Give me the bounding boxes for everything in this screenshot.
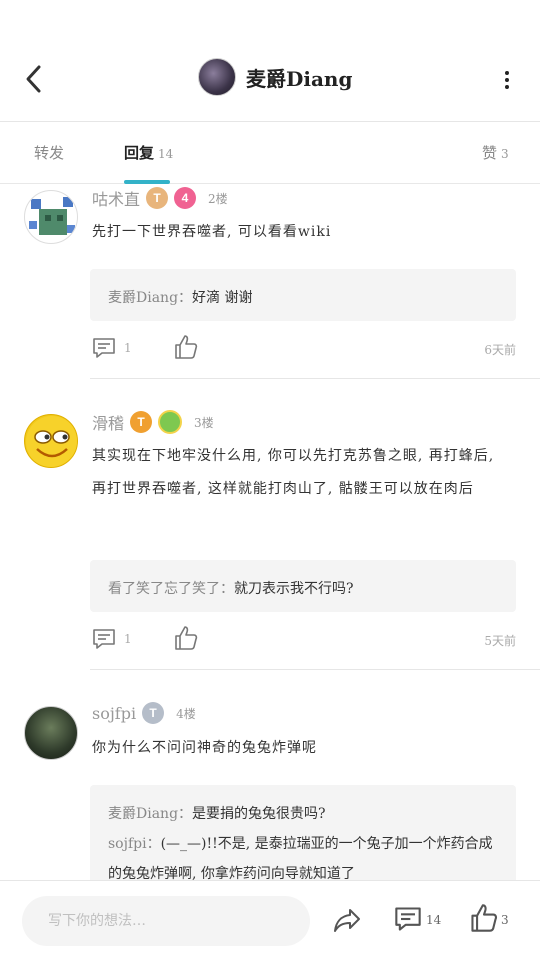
comment-count: 1 — [124, 632, 132, 646]
reply-input[interactable]: 写下你的想法… — [22, 896, 310, 946]
tab-label: 回复 — [124, 144, 155, 162]
more-button[interactable] — [502, 68, 512, 94]
sub-reply-text: 是要捐的兔兔很贵吗? — [192, 806, 326, 822]
avatar[interactable] — [24, 414, 78, 468]
sub-reply: sojfpi：(—_—)!!不是, 是泰拉瑞亚的一个兔子加一个炸药合成的兔兔炸弹… — [108, 829, 498, 880]
title-badge-icon: T — [142, 702, 165, 724]
tab-repost[interactable]: 转发 — [34, 142, 64, 163]
tab-count: 14 — [158, 147, 174, 161]
smiley-face-icon — [26, 416, 77, 467]
avatar[interactable] — [198, 58, 236, 96]
character-badge-icon — [158, 410, 183, 434]
comment-icon[interactable] — [92, 336, 116, 360]
sub-reply-author: 麦爵Diang： — [108, 806, 193, 822]
sub-reply-text: 好滴 谢谢 — [192, 290, 253, 306]
more-vertical-icon — [502, 71, 512, 89]
tab-label: 转发 — [34, 144, 65, 162]
chevron-left-icon — [26, 65, 41, 93]
bottom-action-bar: 写下你的想法… 14 3 — [0, 880, 540, 960]
floor-number: 2楼 — [208, 191, 228, 206]
sub-reply-box[interactable]: 看了笑了忘了笑了：就刀表示我不行吗? — [90, 560, 516, 612]
reply-header: 滑稽 T 3楼 — [92, 410, 214, 434]
reply-list[interactable]: 咕术直 T 4 2楼 先打一下世界吞噬者, 可以看看wiki 麦爵Diang：好… — [0, 184, 540, 880]
title-badge-icon: T — [146, 187, 169, 209]
tab-bar: 转发 回复 14 赞3 — [0, 122, 540, 184]
page-title: 麦爵Diang — [246, 66, 353, 91]
reply-header: sojfpi T 4楼 — [92, 702, 196, 724]
comment-icon[interactable] — [92, 627, 116, 651]
sub-reply-box[interactable]: 麦爵Diang：是要捐的兔兔很贵吗? sojfpi：(—_—)!!不是, 是泰拉… — [90, 785, 516, 880]
level-badge: 4 — [174, 187, 197, 209]
sub-reply-author: 看了笑了忘了笑了： — [108, 581, 234, 597]
timestamp: 6天前 — [484, 343, 516, 357]
divider — [90, 378, 540, 379]
thumbs-up-icon[interactable] — [174, 625, 198, 651]
back-button[interactable] — [18, 62, 52, 96]
reply-input-placeholder: 写下你的想法… — [48, 913, 146, 929]
sub-reply-author: sojfpi： — [108, 836, 161, 852]
divider — [90, 669, 540, 670]
tab-count: 3 — [501, 147, 509, 161]
comment-icon[interactable] — [394, 905, 422, 933]
comment-count: 1 — [124, 341, 132, 355]
tab-likes[interactable]: 赞3 — [482, 142, 509, 163]
reply-header: 咕术直 T 4 2楼 — [92, 186, 228, 210]
thumbs-up-icon[interactable] — [470, 903, 498, 933]
avatar[interactable] — [24, 190, 78, 244]
sub-reply: 麦爵Diang：是要捐的兔兔很贵吗? — [108, 799, 498, 829]
header-title-group[interactable]: 麦爵Diang — [198, 58, 352, 96]
floor-number: 3楼 — [194, 415, 214, 430]
like-count: 3 — [501, 913, 509, 927]
sub-reply-text: 就刀表示我不行吗? — [234, 581, 354, 597]
thumbs-up-icon[interactable] — [174, 334, 198, 360]
reply-actions: 1 6天前 — [92, 334, 516, 364]
tab-replies[interactable]: 回复 14 — [124, 142, 173, 163]
pixel-avatar-icon — [29, 197, 75, 235]
floor-number: 4楼 — [176, 706, 196, 721]
sub-reply-author: 麦爵Diang： — [108, 290, 193, 306]
username[interactable]: 咕术直 — [92, 186, 140, 210]
avatar[interactable] — [24, 706, 78, 760]
sub-reply-text: (—_—)!!不是, 是泰拉瑞亚的一个兔子加一个炸药合成的兔兔炸弹啊, 你拿炸药… — [108, 836, 493, 880]
reply-text: 其实现在下地牢没什么用, 你可以先打克苏鲁之眼, 再打蜂后, 再打世界吞噬者, … — [92, 448, 495, 497]
timestamp: 5天前 — [484, 634, 516, 648]
app-header: 麦爵Diang — [0, 0, 540, 122]
reply-text: 先打一下世界吞噬者, 可以看看wiki — [92, 224, 332, 240]
title-badge-icon: T — [130, 411, 153, 433]
tab-label: 赞 — [482, 144, 498, 162]
reply-text: 你为什么不问问神奇的兔兔炸弹呢 — [92, 740, 317, 756]
comment-count: 14 — [426, 913, 442, 927]
reply-actions: 1 5天前 — [92, 625, 516, 655]
sub-reply-box[interactable]: 麦爵Diang：好滴 谢谢 — [90, 269, 516, 321]
share-icon[interactable] — [332, 905, 362, 935]
username[interactable]: 滑稽 — [92, 410, 124, 434]
username[interactable]: sojfpi — [92, 704, 136, 723]
